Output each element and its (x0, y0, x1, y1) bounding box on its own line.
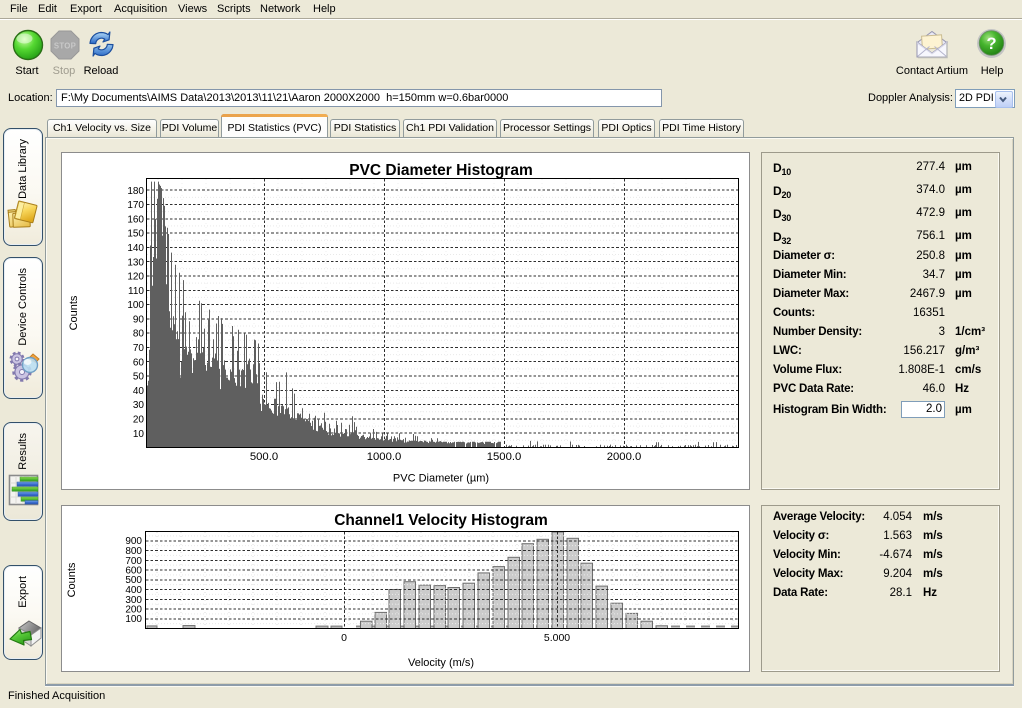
svg-text:100: 100 (127, 300, 144, 311)
svg-text:400: 400 (125, 585, 142, 596)
svg-text:2000.0: 2000.0 (607, 451, 642, 463)
svg-text:1500.0: 1500.0 (487, 451, 522, 463)
svg-text:150: 150 (127, 229, 144, 240)
svg-text:Velocity (m/s): Velocity (m/s) (408, 657, 474, 669)
svg-text:600: 600 (125, 566, 142, 577)
svg-text:170: 170 (127, 200, 144, 211)
svg-text:300: 300 (125, 595, 142, 606)
svg-text:0: 0 (341, 632, 347, 644)
svg-text:70: 70 (133, 343, 145, 354)
svg-text:50: 50 (133, 372, 145, 383)
svg-text:60: 60 (133, 357, 145, 368)
svg-text:130: 130 (127, 257, 144, 268)
svg-text:80: 80 (133, 329, 145, 340)
svg-text:20: 20 (133, 415, 145, 426)
svg-text:200: 200 (125, 605, 142, 616)
svg-text:PVC Diameter (µm): PVC Diameter (µm) (393, 473, 489, 485)
svg-text:120: 120 (127, 272, 144, 283)
svg-text:800: 800 (125, 546, 142, 557)
svg-text:500: 500 (125, 575, 142, 586)
svg-text:10: 10 (133, 429, 145, 440)
svg-text:5.000: 5.000 (544, 632, 570, 644)
svg-text:90: 90 (133, 315, 145, 326)
svg-text:40: 40 (133, 386, 145, 397)
svg-text:1000.0: 1000.0 (367, 451, 402, 463)
svg-text:900: 900 (125, 536, 142, 547)
svg-text:110: 110 (128, 286, 144, 297)
svg-text:180: 180 (127, 186, 144, 197)
svg-text:PVC Diameter Histogram: PVC Diameter Histogram (349, 162, 532, 179)
svg-text:100: 100 (125, 614, 142, 625)
svg-text:Channel1 Velocity Histogram: Channel1 Velocity Histogram (334, 512, 548, 529)
svg-text:STOP: STOP (54, 42, 76, 51)
svg-text:700: 700 (125, 556, 142, 567)
svg-text:Counts: Counts (68, 295, 80, 330)
svg-text:140: 140 (127, 243, 144, 254)
svg-text:Counts: Counts (66, 562, 78, 597)
svg-text:?: ? (986, 35, 996, 53)
svg-text:160: 160 (127, 214, 144, 225)
svg-text:500.0: 500.0 (250, 451, 278, 463)
svg-text:30: 30 (133, 400, 145, 411)
